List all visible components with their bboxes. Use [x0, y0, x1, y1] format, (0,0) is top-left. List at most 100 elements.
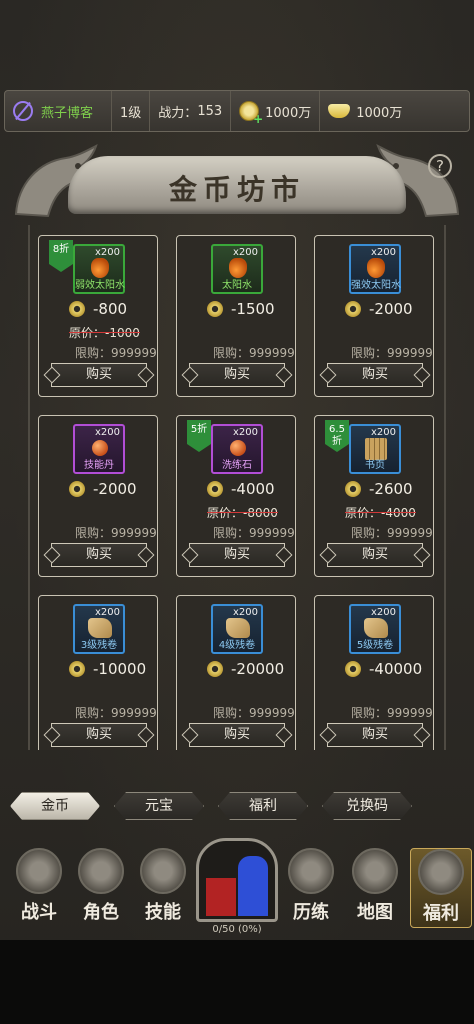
- buy-button[interactable]: 购买: [327, 363, 423, 387]
- item-slot[interactable]: x200 弱效太阳水: [73, 244, 125, 294]
- price-row: -20000: [207, 660, 284, 678]
- item-quantity: x200: [232, 427, 258, 438]
- item-price: -20000: [231, 660, 285, 678]
- shop-card: x200 太阳水 -1500 限购：99999999 购买: [176, 235, 296, 397]
- portal-blue-fill: [238, 856, 268, 916]
- item-name: 太阳水: [222, 280, 252, 291]
- bottom-nav: 战斗 角色 技能 历练 地图 福利: [0, 838, 474, 930]
- character-helmet-icon: [78, 848, 124, 894]
- purchase-limit: 限购：99999999: [351, 526, 433, 540]
- ingot-display: 1000万: [320, 91, 410, 131]
- item-price: -2000: [93, 480, 137, 498]
- price-row: -800: [69, 300, 127, 318]
- buy-button[interactable]: 购买: [51, 543, 147, 567]
- item-slot[interactable]: x200 书页: [349, 424, 401, 474]
- nav-item-0[interactable]: 战斗: [8, 848, 70, 928]
- ingot-amount: 1000万: [356, 105, 403, 121]
- nav-item-5[interactable]: 福利: [410, 848, 472, 928]
- scroll-icon: [226, 618, 250, 638]
- nav-label: 技能: [145, 902, 181, 923]
- gold-coin-icon: [207, 661, 223, 677]
- shop-banner: 金币坊市 ?: [8, 140, 466, 232]
- tab-1[interactable]: 元宝: [114, 792, 204, 820]
- nav-label: 地图: [357, 902, 393, 923]
- buy-button[interactable]: 购买: [327, 543, 423, 567]
- item-name: 3级残卷: [80, 640, 118, 651]
- buy-button[interactable]: 购买: [327, 723, 423, 747]
- buy-button[interactable]: 购买: [51, 363, 147, 387]
- discount-badge: 6.5折: [325, 420, 349, 452]
- player-info[interactable]: 燕子博客: [5, 91, 113, 131]
- item-quantity: x200: [94, 607, 120, 618]
- shop-card: 8折 x200 弱效太阳水 -800 原价：-1000 限购：99999999 …: [38, 235, 158, 397]
- pill-icon: [230, 440, 246, 456]
- nav-item-2[interactable]: 技能: [132, 848, 194, 928]
- gold-coin-icon: [345, 661, 361, 677]
- portal-red-fill: [206, 878, 236, 916]
- nav-label: 福利: [423, 903, 459, 924]
- shop-card: x200 3级残卷 -10000 限购：99999999 购买: [38, 595, 158, 750]
- tab-0[interactable]: 金币: [10, 792, 100, 820]
- purchase-limit: 限购：99999999: [213, 526, 295, 540]
- item-slot[interactable]: x200 太阳水: [211, 244, 263, 294]
- player-avatar-icon: [13, 101, 33, 121]
- shop-card: 5折 x200 洗练石 -4000 原价：-8000 限购：99999999 购…: [176, 415, 296, 577]
- top-status-bar: 燕子博客 1级 战力： 153 1000万 1000万: [4, 90, 470, 132]
- nav-item-1[interactable]: 角色: [70, 848, 132, 928]
- purchase-limit: 限购：99999999: [75, 346, 157, 360]
- nav-item-4[interactable]: 地图: [344, 848, 406, 928]
- buy-button[interactable]: 购买: [189, 363, 285, 387]
- bottom-band: [0, 940, 474, 1024]
- buy-button[interactable]: 购买: [189, 723, 285, 747]
- price-row: -2000: [69, 480, 137, 498]
- gold-coin-icon: [69, 301, 85, 317]
- item-slot[interactable]: x200 洗练石: [211, 424, 263, 474]
- purchase-limit: 限购：99999999: [75, 706, 157, 720]
- nav-label: 战斗: [21, 902, 57, 923]
- shop-card: x200 强效太阳水 -2000 限购：99999999 购买: [314, 235, 434, 397]
- purchase-limit: 限购：99999999: [213, 346, 295, 360]
- item-quantity: x200: [94, 247, 120, 258]
- pill-icon: [92, 440, 108, 456]
- item-price: -40000: [369, 660, 423, 678]
- item-slot[interactable]: x200 3级残卷: [73, 604, 125, 654]
- purchase-limit: 限购：99999999: [351, 706, 433, 720]
- item-slot[interactable]: x200 技能丹: [73, 424, 125, 474]
- item-slot[interactable]: x200 4级残卷: [211, 604, 263, 654]
- crossed-swords-icon: [16, 848, 62, 894]
- original-price: 原价：-4000: [345, 506, 416, 520]
- map-mountain-icon: [352, 848, 398, 894]
- currency-tabs: 金币 元宝 福利 兑换码: [10, 792, 412, 820]
- purchase-limit: 限购：99999999: [351, 346, 433, 360]
- buy-button[interactable]: 购买: [189, 543, 285, 567]
- gold-coin-icon: [207, 481, 223, 497]
- help-button[interactable]: ?: [428, 154, 452, 178]
- shop-scroll-area[interactable]: 8折 x200 弱效太阳水 -800 原价：-1000 限购：99999999 …: [28, 225, 446, 750]
- item-quantity: x200: [370, 427, 396, 438]
- item-price: -2000: [369, 300, 413, 318]
- shop-card: 6.5折 x200 书页 -2600 原价：-4000 限购：99999999 …: [314, 415, 434, 577]
- item-name: 5级残卷: [356, 640, 394, 651]
- gold-display[interactable]: 1000万: [231, 91, 321, 131]
- power-value: 153: [197, 103, 223, 119]
- power-display: 战力： 153: [150, 91, 232, 131]
- gold-coin-add-icon[interactable]: [239, 101, 263, 126]
- player-name: 燕子博客: [41, 105, 94, 121]
- purchase-limit: 限购：99999999: [75, 526, 157, 540]
- gold-coin-icon: [69, 661, 85, 677]
- portal-progress: 0/50 (0%): [212, 924, 262, 935]
- buy-button[interactable]: 购买: [51, 723, 147, 747]
- item-slot[interactable]: x200 强效太阳水: [349, 244, 401, 294]
- price-row: -1500: [207, 300, 275, 318]
- price-row: -4000: [207, 480, 275, 498]
- tab-3[interactable]: 兑换码: [322, 792, 412, 820]
- nav-item-3[interactable]: 历练: [280, 848, 342, 928]
- shop-card: x200 5级残卷 -40000 限购：99999999 购买: [314, 595, 434, 750]
- tab-2[interactable]: 福利: [218, 792, 308, 820]
- portal-button[interactable]: [196, 838, 278, 922]
- item-price: -2600: [369, 480, 413, 498]
- item-slot[interactable]: x200 5级残卷: [349, 604, 401, 654]
- gold-coin-icon: [69, 481, 85, 497]
- purchase-limit: 限购：99999999: [213, 706, 295, 720]
- item-price: -1500: [231, 300, 275, 318]
